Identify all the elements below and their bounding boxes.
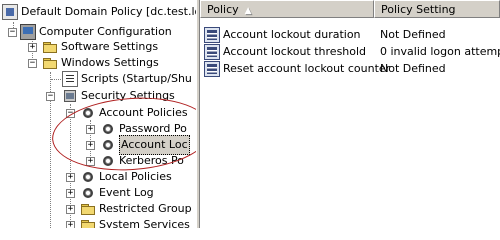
column-header-label: Policy: [207, 3, 239, 16]
policy-name: Account lockout threshold: [223, 45, 367, 58]
column-header-label: Policy Setting: [381, 3, 456, 16]
computer-icon: [20, 24, 36, 40]
lockout-policy-icon: [204, 61, 220, 77]
lockout-policy-icon: [204, 27, 220, 43]
policy-icon: [2, 4, 18, 20]
list-item[interactable]: Account lockout threshold 0 invalid logo…: [200, 43, 500, 61]
policy-setting: Not Defined: [380, 62, 446, 75]
expand-toggle[interactable]: +: [28, 43, 37, 52]
details-pane[interactable]: Policy ▲ Policy Setting Account lockout d…: [200, 0, 500, 228]
script-icon: [62, 71, 78, 87]
folder-icon: [42, 39, 58, 55]
policy-name: Account lockout duration: [223, 28, 361, 41]
sort-ascending-icon: ▲: [244, 6, 252, 16]
expand-toggle[interactable]: +: [66, 221, 75, 228]
list-item[interactable]: Account lockout duration Not Defined: [200, 26, 500, 44]
tree-item-system-services[interactable]: System Services: [80, 216, 190, 228]
folder-icon: [80, 201, 96, 217]
policy-setting: Not Defined: [380, 28, 446, 41]
folder-icon: [42, 55, 58, 71]
console-tree[interactable]: Default Domain Policy [dc.test.lo − Comp…: [0, 0, 197, 228]
policy-gear-icon: [80, 185, 96, 201]
expand-toggle[interactable]: +: [66, 189, 75, 198]
list-item[interactable]: Reset account lockout counter Not Define…: [200, 60, 500, 78]
tree-item-label: Scripts (Startup/Shu: [81, 72, 192, 85]
policy-setting: 0 invalid logon attempts: [380, 45, 500, 58]
tree-item-label: System Services: [99, 218, 190, 228]
policy-name: Reset account lockout counter: [223, 62, 391, 75]
expand-toggle[interactable]: +: [66, 173, 75, 182]
tree-item-root[interactable]: Default Domain Policy [dc.test.lo: [2, 3, 197, 21]
tree-line: [51, 79, 61, 80]
collapse-toggle[interactable]: −: [28, 59, 37, 68]
tree-item-scripts[interactable]: Scripts (Startup/Shu: [62, 70, 192, 88]
policy-gear-icon: [80, 169, 96, 185]
security-icon: [62, 88, 78, 104]
lockout-policy-icon: [204, 44, 220, 60]
expand-toggle[interactable]: +: [66, 205, 75, 214]
tree-item-label: Default Domain Policy [dc.test.lo: [21, 5, 197, 18]
folder-icon: [80, 217, 96, 228]
column-header-policy-setting[interactable]: Policy Setting: [374, 0, 500, 18]
collapse-toggle[interactable]: −: [46, 92, 55, 101]
collapse-toggle[interactable]: −: [8, 28, 17, 37]
column-header-policy[interactable]: Policy ▲: [200, 0, 374, 18]
